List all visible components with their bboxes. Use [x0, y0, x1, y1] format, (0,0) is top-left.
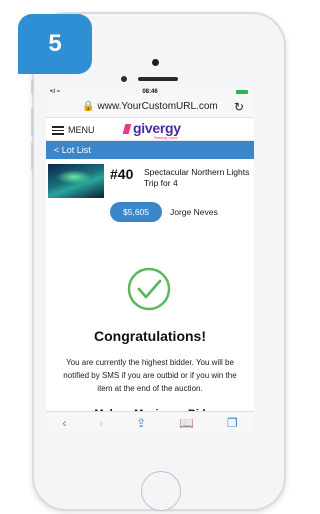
- share-icon[interactable]: ⇪: [136, 416, 146, 430]
- forward-icon[interactable]: ›: [99, 416, 103, 430]
- browser-toolbar: ‹ › ⇪ 📖 ❐: [46, 411, 254, 434]
- home-button[interactable]: [141, 471, 181, 511]
- browser-url-bar[interactable]: 🔒 www.YourCustomURL.com ↻: [46, 97, 254, 118]
- bidder-name: Jorge Neves: [170, 207, 218, 217]
- logo-mark-icon: [122, 124, 132, 134]
- bid-status-message: You are currently the highest bidder. Yo…: [63, 358, 237, 393]
- lot-summary: #40 Spectacular Northern Lights Trip for…: [46, 159, 254, 222]
- congratulations-heading: Congratulations!: [94, 328, 206, 344]
- speaker-grille: [138, 77, 178, 81]
- lot-thumbnail[interactable]: [48, 164, 104, 198]
- menu-label: MENU: [68, 125, 95, 136]
- side-button-volume-down: [31, 142, 34, 170]
- sensor-icon: [121, 76, 127, 82]
- givergy-logo[interactable]: givergy Raising more: [122, 120, 181, 140]
- step-number: 5: [48, 30, 62, 57]
- status-bar: •ıl ≈ 08:46: [46, 88, 254, 97]
- lot-list-link[interactable]: < Lot List: [46, 141, 254, 159]
- camera-icon: [152, 59, 159, 66]
- reload-icon[interactable]: ↻: [234, 100, 244, 114]
- battery-icon: [236, 90, 248, 94]
- lot-number: #40: [110, 166, 134, 182]
- side-button-mute: [31, 80, 34, 94]
- bookmarks-icon[interactable]: 📖: [179, 416, 194, 430]
- logo-brand: givergy: [133, 120, 181, 136]
- site-navbar: MENU givergy Raising more: [46, 118, 254, 141]
- url-text: www.YourCustomURL.com: [97, 101, 218, 112]
- current-bid-badge: $5,605: [110, 202, 162, 222]
- menu-button[interactable]: MENU: [52, 124, 95, 137]
- step-badge: 5: [18, 14, 92, 74]
- phone-screen: •ıl ≈ 08:46 🔒 www.YourCustomURL.com ↻ ME…: [46, 88, 254, 434]
- check-circle-icon: [127, 267, 171, 311]
- menu-icon: [52, 124, 64, 137]
- tabs-icon[interactable]: ❐: [227, 416, 238, 430]
- logo-tagline: Raising more: [154, 135, 178, 140]
- status-time: 08:46: [142, 89, 158, 95]
- lot-title: Spectacular Northern Lights Trip for 4: [144, 167, 250, 188]
- back-icon[interactable]: ‹: [62, 416, 66, 430]
- side-button-volume-up: [31, 108, 34, 136]
- lock-icon: 🔒: [82, 101, 95, 112]
